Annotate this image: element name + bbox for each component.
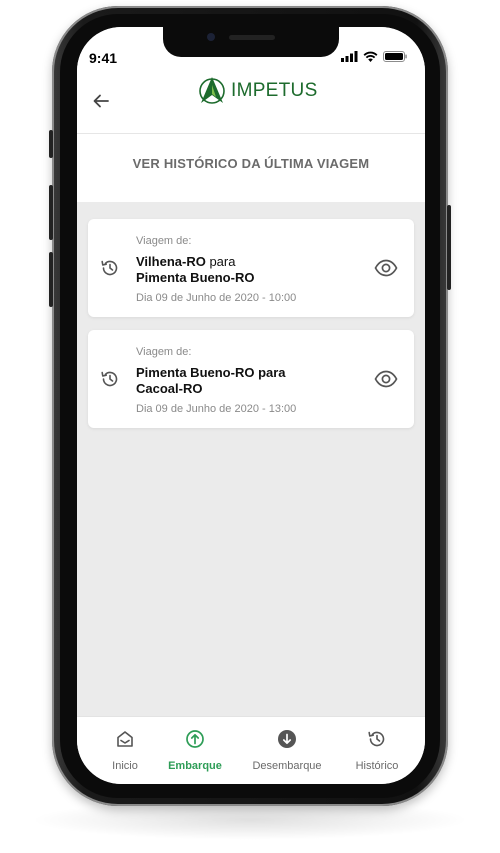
history-icon [101, 260, 118, 276]
tab-label: Inicio [112, 760, 138, 772]
trip-route: Vilhena-RO para Pimenta Bueno-RO [136, 254, 326, 286]
trip-date: Dia 09 de Junho de 2020 - 10:00 [136, 292, 297, 304]
trip-connector: para [205, 254, 236, 269]
notch [163, 27, 339, 57]
phone-shadow [30, 800, 470, 840]
brand-name: IMPETUS [231, 80, 318, 101]
arrow-left-icon[interactable] [91, 91, 111, 111]
trip-label: Viagem de: [136, 346, 192, 358]
volume-down-button [49, 252, 53, 307]
trip-origin: Pimenta Bueno-RO para [136, 365, 286, 380]
arrow-up-circle-icon [186, 730, 204, 748]
trip-destination: Pimenta Bueno-RO [136, 270, 255, 285]
power-button [447, 205, 451, 290]
signal-icon [341, 51, 358, 62]
status-time: 9:41 [89, 50, 118, 66]
history-icon [368, 731, 385, 747]
arrow-down-circle-icon [278, 730, 296, 748]
bottom-tab-bar: Inicio Embarque Desembarque Histórico [77, 716, 425, 784]
app-screen: 9:41 IMPETUS VER HISTÓRICO DA ÚLTIMA VIA… [77, 27, 425, 784]
app-header: IMPETUS [77, 71, 425, 134]
camera [207, 33, 215, 41]
section-header: VER HISTÓRICO DA ÚLTIMA VIAGEM [77, 134, 425, 202]
speaker [229, 35, 275, 40]
status-icons [341, 51, 407, 62]
tab-label: Embarque [168, 760, 222, 772]
logo-mark-icon [199, 77, 225, 104]
tab-desembarque[interactable]: Desembarque [247, 729, 327, 772]
trip-label: Viagem de: [136, 235, 192, 247]
trip-destination: Cacoal-RO [136, 381, 203, 396]
eye-icon[interactable] [374, 258, 398, 278]
brand-logo: IMPETUS [199, 76, 318, 106]
tab-label: Desembarque [252, 760, 322, 772]
wifi-icon [363, 51, 378, 62]
tab-label: Histórico [355, 760, 399, 772]
page-title: VER HISTÓRICO DA ÚLTIMA VIAGEM [132, 156, 370, 171]
trip-route: Pimenta Bueno-RO para Cacoal-RO [136, 365, 326, 397]
silent-switch [49, 130, 53, 158]
trip-card[interactable]: Viagem de: Pimenta Bueno-RO para Cacoal-R… [88, 330, 414, 428]
tab-embarque[interactable]: Embarque [155, 729, 235, 772]
trip-date: Dia 09 de Junho de 2020 - 13:00 [136, 403, 297, 415]
eye-icon[interactable] [374, 369, 398, 389]
trip-card[interactable]: Viagem de: Vilhena-RO para Pimenta Bueno-… [88, 219, 414, 317]
battery-icon [383, 51, 407, 62]
trip-origin: Vilhena-RO [136, 254, 206, 269]
tab-inicio[interactable]: Inicio [85, 729, 165, 772]
home-icon [117, 731, 133, 747]
volume-up-button [49, 185, 53, 240]
tab-historico[interactable]: Histórico [337, 729, 417, 772]
history-icon [101, 371, 118, 387]
